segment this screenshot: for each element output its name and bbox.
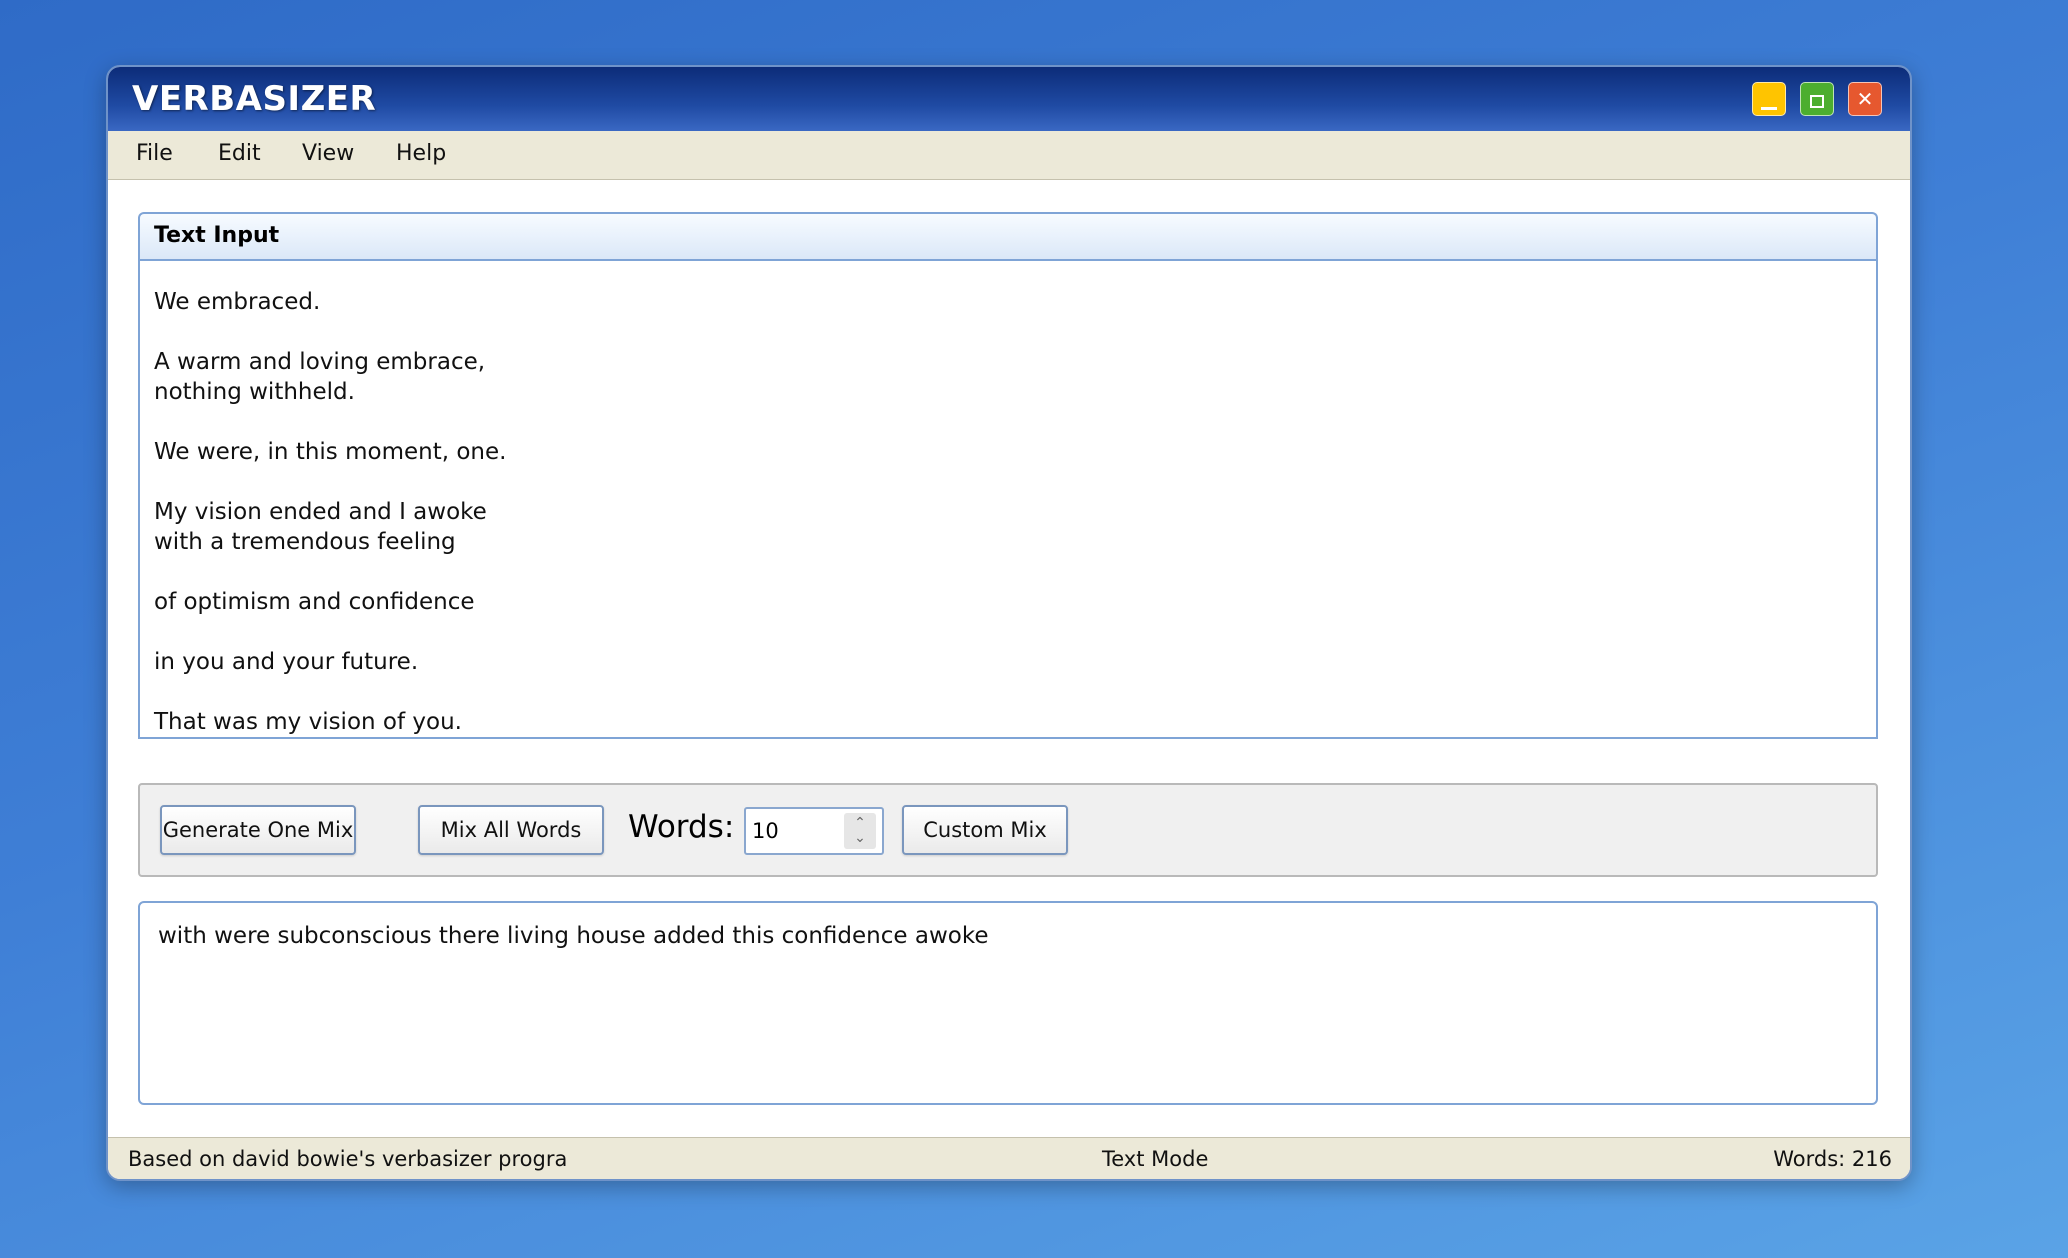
text-line: A warm and loving embrace, xyxy=(154,349,486,375)
app-title: VERBASIZER xyxy=(132,79,377,119)
text-line: in you and your future. xyxy=(154,649,419,675)
text-line: nothing withheld. xyxy=(154,379,355,405)
text-line: We embraced. xyxy=(154,289,321,315)
menu-help[interactable]: Help xyxy=(396,141,446,166)
maximize-icon xyxy=(1810,94,1824,108)
text-line xyxy=(154,617,1862,647)
text-line: That was my vision of you. xyxy=(154,709,462,735)
text-line: We were, in this moment, one. xyxy=(154,439,507,465)
menu-bar: File Edit View Help xyxy=(108,131,1910,180)
status-word-count: Words: 216 xyxy=(1773,1147,1892,1171)
generate-one-mix-button[interactable]: Generate One Mix xyxy=(160,805,356,855)
text-line: My vision ended and I awoke xyxy=(154,499,487,525)
status-credit: Based on david bowie's verbasizer progra xyxy=(128,1147,568,1171)
close-button[interactable]: ✕ xyxy=(1848,82,1882,116)
words-label: Words: xyxy=(628,809,735,845)
text-input-area[interactable]: We embraced. A warm and loving embrace, … xyxy=(138,259,1878,739)
menu-edit[interactable]: Edit xyxy=(218,141,261,166)
text-input-title: Text Input xyxy=(154,223,280,248)
title-bar[interactable]: VERBASIZER ✕ xyxy=(108,67,1910,131)
chevron-up-icon[interactable]: ⌃ xyxy=(854,816,866,831)
minimize-button[interactable] xyxy=(1752,82,1786,116)
maximize-button[interactable] xyxy=(1800,82,1834,116)
close-icon: ✕ xyxy=(1856,87,1874,111)
status-bar: Based on david bowie's verbasizer progra… xyxy=(108,1137,1910,1179)
text-line xyxy=(154,677,1862,707)
text-line xyxy=(154,467,1862,497)
stepper-arrows[interactable]: ⌃ ⌄ xyxy=(844,813,876,849)
mix-all-words-button[interactable]: Mix All Words xyxy=(418,805,604,855)
menu-file[interactable]: File xyxy=(136,141,173,166)
menu-view[interactable]: View xyxy=(302,141,354,166)
text-line: with a tremendous feeling xyxy=(154,529,456,555)
text-line xyxy=(154,557,1862,587)
minimize-icon xyxy=(1761,106,1777,110)
controls-panel: Generate One Mix Mix All Words Words: 10… xyxy=(138,783,1878,877)
custom-mix-button[interactable]: Custom Mix xyxy=(902,805,1068,855)
text-input-header: Text Input xyxy=(138,212,1878,259)
text-line: of optimism and confidence xyxy=(154,589,475,615)
text-line xyxy=(154,317,1862,347)
output-text: with were subconscious there living hous… xyxy=(158,923,989,949)
app-window: VERBASIZER ✕ File Edit View Help Text In… xyxy=(106,65,1912,1181)
text-line xyxy=(154,407,1862,437)
status-mode: Text Mode xyxy=(1102,1147,1209,1171)
output-area[interactable]: with were subconscious there living hous… xyxy=(138,901,1878,1105)
words-count-stepper[interactable]: 10 ⌃ ⌄ xyxy=(744,807,884,855)
words-count-value: 10 xyxy=(752,819,779,843)
chevron-down-icon[interactable]: ⌄ xyxy=(854,831,866,846)
